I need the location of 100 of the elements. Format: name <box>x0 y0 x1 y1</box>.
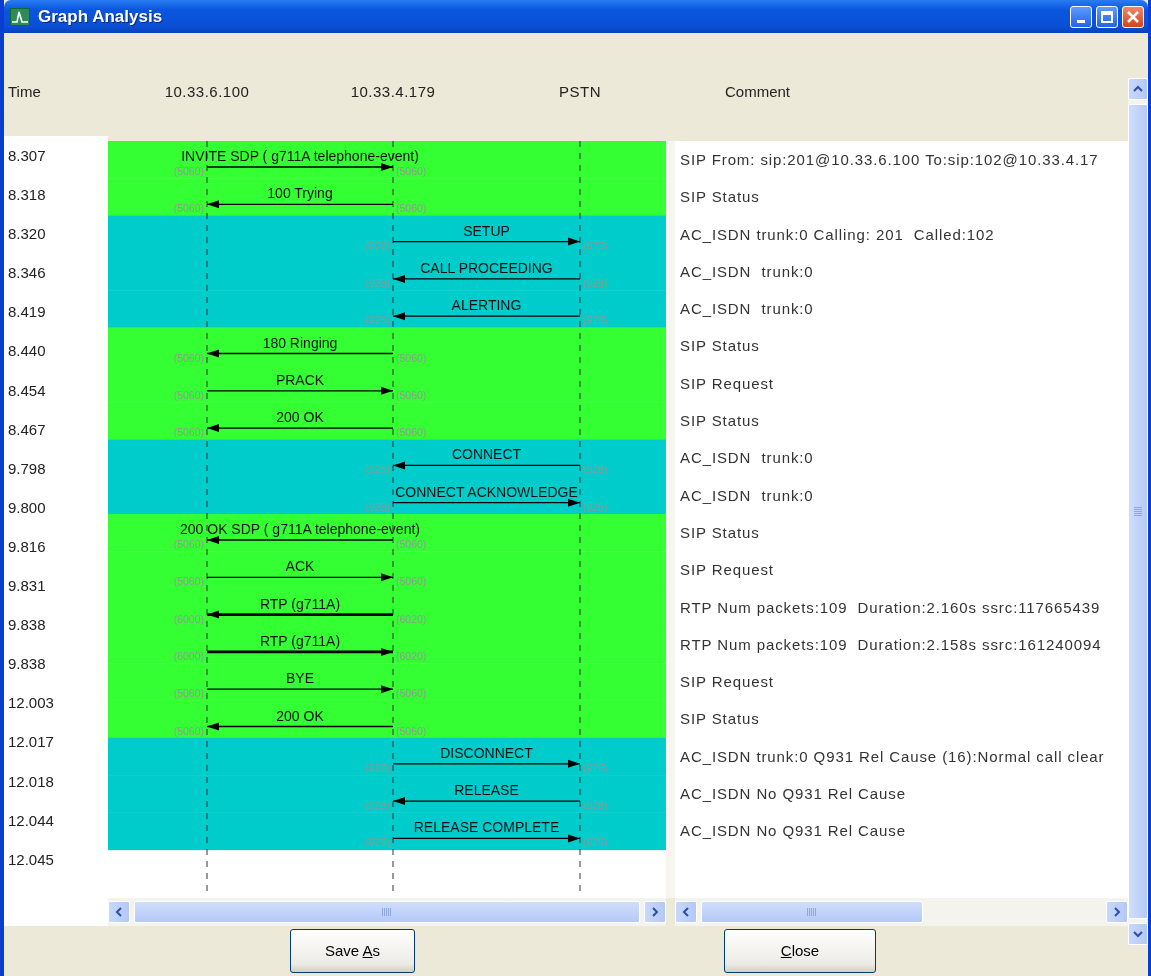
message-label: 100 Trying <box>267 185 333 202</box>
close-button[interactable] <box>1122 5 1144 28</box>
time-cell: 9.838 <box>8 655 46 673</box>
port-label: (928) <box>583 276 608 289</box>
dialog-button[interactable]: Save As <box>290 929 415 973</box>
port-label: (5060) <box>396 388 427 401</box>
comment-text: AC_ISDN trunk:0 <box>680 449 814 467</box>
column-header: Time <box>8 83 41 100</box>
message-label: RELEASE COMPLETE <box>413 819 560 836</box>
port-label: (5060) <box>173 388 204 401</box>
port-label: (6000) <box>173 649 204 662</box>
time-cell: 9.831 <box>8 577 46 595</box>
comment-text: AC_ISDN No Q931 Rel Cause <box>680 822 906 840</box>
node-label: 10.33.6.100 <box>164 82 250 102</box>
port-label: (928) <box>365 500 390 513</box>
time-cell: 8.467 <box>8 420 46 438</box>
comment-text: SIP Request <box>680 561 774 579</box>
maximize-button[interactable] <box>1096 5 1118 28</box>
scroll-down-button[interactable] <box>1128 923 1148 945</box>
message-label: 200 OK <box>276 409 324 426</box>
port-label: (5060) <box>173 202 204 215</box>
time-cell: 9.838 <box>8 616 46 634</box>
port-label: (925) <box>583 836 608 849</box>
chevron-down-icon <box>1133 930 1143 938</box>
time-cell: 12.018 <box>8 772 54 790</box>
chevron-left-icon <box>115 907 123 917</box>
time-cell: 8.307 <box>8 147 46 164</box>
port-label: (5060) <box>396 575 427 588</box>
message-label: 200 OK <box>276 707 324 724</box>
port-label: (5060) <box>173 575 204 588</box>
port-label: (928) <box>583 314 608 327</box>
scroll-right-button[interactable] <box>644 901 666 923</box>
message-label: CONNECT ACKNOWLEDGE <box>395 483 578 500</box>
message-label: DISCONNECT <box>440 744 533 761</box>
time-cell: 8.454 <box>8 381 46 399</box>
port-label: (925) <box>583 500 608 513</box>
port-label: (925) <box>583 761 608 774</box>
port-label: (925) <box>583 239 608 252</box>
comment-text: RTP Num packets:109 Duration:2.158s ssrc:161240094 <box>680 635 1102 653</box>
scrollbar-thumb[interactable] <box>701 901 923 923</box>
comment-text: SIP Status <box>680 337 760 355</box>
port-label: (925) <box>365 314 390 327</box>
port-label: (928) <box>365 836 390 849</box>
time-cell: 8.419 <box>8 303 46 321</box>
comment-text: AC_ISDN trunk:0 Q931 Rel Cause (16):Normal call clear <box>680 747 1105 765</box>
port-label: (5060) <box>396 426 427 439</box>
port-label: (5060) <box>396 202 427 215</box>
port-label: (925) <box>365 463 390 476</box>
port-label: (928) <box>365 761 390 774</box>
message-label: CALL PROCEEDING <box>420 259 553 276</box>
graph-icon <box>10 7 30 26</box>
minimize-button[interactable] <box>1070 5 1092 28</box>
time-cell: 8.318 <box>8 186 46 204</box>
port-label: (5060) <box>173 538 204 550</box>
port-label: (5060) <box>173 724 204 737</box>
scrollbar-thumb[interactable] <box>134 901 640 923</box>
message-label: ALERTING <box>451 297 522 314</box>
comment-text: SIP From: sip:201@10.33.6.100 To:sip:102@10.33.4.17 <box>680 151 1099 168</box>
message-label: ACK <box>285 558 315 575</box>
chevron-left-icon <box>682 907 690 917</box>
window-title: Graph Analysis <box>38 5 163 28</box>
comment-text: RTP Num packets:109 Duration:2.160s ssrc:117665439 <box>680 598 1101 616</box>
comment-text: AC_ISDN trunk:0 <box>680 300 814 318</box>
message-label: RTP (g711A) <box>259 595 341 612</box>
port-label: (928) <box>365 239 390 252</box>
message-label: RTP (g711A) <box>259 632 341 649</box>
chevron-up-icon <box>1133 85 1143 93</box>
time-cell: 9.800 <box>8 498 46 516</box>
time-cell: 12.017 <box>8 733 54 751</box>
port-label: (928) <box>583 799 608 812</box>
comment-text: SIP Status <box>680 188 760 206</box>
port-label: (5060) <box>396 687 427 700</box>
port-label: (5060) <box>396 351 427 364</box>
comment-text: AC_ISDN trunk:0 Calling: 201 Called:102 <box>680 225 995 243</box>
time-cell: 12.044 <box>8 811 54 829</box>
chevron-right-icon <box>1113 907 1121 917</box>
dialog-button[interactable]: Close <box>724 929 876 973</box>
message-label: INVITE SDP ( g711A telephone-event) <box>181 148 419 164</box>
time-cell: 8.320 <box>8 225 46 243</box>
scroll-right-button[interactable] <box>1106 901 1128 923</box>
comment-text: SIP Request <box>680 374 774 392</box>
message-label: 180 Ringing <box>262 334 338 351</box>
message-label: SETUP <box>463 222 510 239</box>
comment-text: SIP Status <box>680 523 760 541</box>
comment-text: AC_ISDN trunk:0 <box>680 262 814 280</box>
port-label: (6000) <box>173 612 204 625</box>
scrollbar-thumb[interactable] <box>1128 104 1148 919</box>
port-label: (5060) <box>173 426 204 439</box>
scroll-up-button[interactable] <box>1128 78 1148 100</box>
time-cell: 9.816 <box>8 537 46 555</box>
scroll-left-button[interactable] <box>108 901 130 923</box>
message-label: CONNECT <box>451 446 522 463</box>
scroll-left-button[interactable] <box>675 901 697 923</box>
port-label: (5060) <box>173 687 204 700</box>
node-label: 10.33.4.179 <box>350 82 436 102</box>
comment-text: SIP Status <box>680 710 760 728</box>
message-label: PRACK <box>275 371 325 388</box>
port-label: (5060) <box>396 538 427 550</box>
port-label: (5060) <box>173 351 204 364</box>
time-cell: 9.798 <box>8 459 46 477</box>
